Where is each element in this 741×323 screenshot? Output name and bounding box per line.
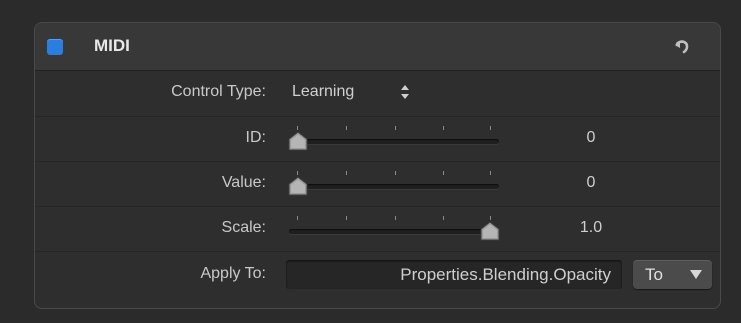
slider-tick: [297, 126, 298, 130]
slider-tick: [346, 216, 347, 220]
slider-tick: [297, 216, 298, 220]
slider-tick: [490, 171, 491, 175]
id-slider-track[interactable]: [289, 139, 499, 144]
slider-tick: [395, 126, 396, 130]
to-dropdown-button[interactable]: To: [633, 260, 712, 289]
slider-tick: [346, 171, 347, 175]
to-button-label: To: [645, 265, 663, 284]
value-slider-thumb[interactable]: [287, 176, 309, 196]
apply-to-label: Apply To:: [200, 265, 266, 282]
scale-slider-thumb[interactable]: [479, 221, 501, 241]
updown-stepper-icon[interactable]: [400, 84, 410, 100]
slider-tick: [297, 171, 298, 175]
value-value[interactable]: 0: [571, 174, 611, 192]
scale-label: Scale:: [221, 219, 266, 236]
id-value[interactable]: 0: [571, 129, 611, 147]
slider-tick: [443, 171, 444, 175]
value-slider-track[interactable]: [289, 184, 499, 189]
id-slider-thumb[interactable]: [287, 131, 309, 151]
control-type-label: Control Type:: [171, 83, 266, 100]
chevron-down-icon: [690, 270, 702, 279]
panel-header: MIDI: [35, 23, 720, 71]
value-row: Value: 0: [35, 161, 720, 206]
slider-tick: [490, 216, 491, 220]
reset-arrow-icon[interactable]: [673, 38, 691, 56]
value-label: Value:: [221, 174, 266, 191]
id-row: ID: 0: [35, 116, 720, 161]
apply-to-row: Apply To: Properties.Blending.Opacity To: [35, 251, 720, 296]
slider-tick: [346, 126, 347, 130]
slider-tick: [395, 216, 396, 220]
slider-tick: [490, 126, 491, 130]
control-type-value[interactable]: Learning: [292, 83, 354, 101]
scale-slider-track[interactable]: [289, 229, 499, 234]
id-label: ID:: [245, 129, 266, 146]
panel-title: MIDI: [94, 36, 130, 55]
midi-behavior-panel: MIDI Control Type: Learning ID: 0 Value:: [34, 22, 721, 309]
control-type-row: Control Type: Learning: [35, 71, 720, 115]
slider-tick: [395, 171, 396, 175]
scale-value[interactable]: 1.0: [571, 219, 611, 237]
slider-tick: [443, 126, 444, 130]
enable-checkbox[interactable]: [47, 39, 63, 55]
apply-to-field[interactable]: Properties.Blending.Opacity: [286, 260, 622, 289]
slider-tick: [443, 216, 444, 220]
scale-row: Scale: 1.0: [35, 206, 720, 251]
